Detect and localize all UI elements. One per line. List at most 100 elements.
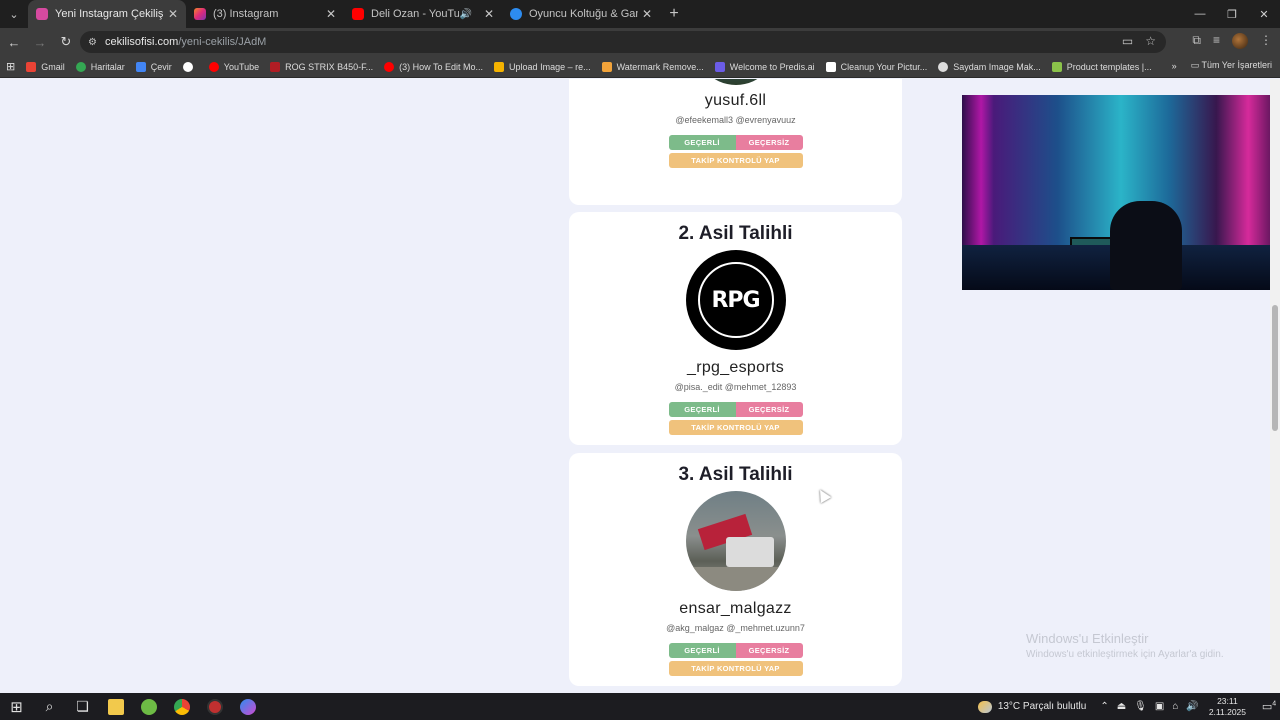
checkmark-favicon-icon [510,8,522,20]
winner-3-rank: 3. Asil Talihli [678,464,793,485]
window-controls: — ❐ ✕ [1184,0,1280,28]
invalid-button[interactable]: GEÇERSİZ [735,135,803,150]
volume-icon[interactable]: 🔊 [1186,701,1198,712]
forward-arrow-icon[interactable]: → [28,30,52,54]
windows-activation-watermark: Windows'u Etkinleştir Windows'u etkinleş… [1026,631,1224,660]
new-tab-icon[interactable]: + [660,5,688,23]
tab-title: Yeni Instagram Çekilişi - Çekiliş [55,8,164,20]
screen-icon[interactable]: ▣ [1155,701,1164,712]
rpg-logo-icon: RPG [697,262,774,338]
weather-widget[interactable]: 13°C Parçalı bulutlu [977,700,1086,713]
close-tab-icon[interactable]: ✕ [642,7,652,21]
bookmark-predis[interactable]: Welcome to Predis.ai [714,61,815,72]
winner-card-3: 3. Asil Talihli ensar_malgazz @akg_malga… [569,453,902,686]
youtube-favicon-icon [352,8,364,20]
windows-taskbar: ⊞ ⌕ ❏ 13°C Parçalı bulutlu ⌃ ⏏ 🎙 ▣ ⌂ 🔊 2… [0,693,1280,720]
toolbar: ← → ↻ ⚙ cekilisofisi.com/yeni-cekilis/JA… [0,28,1280,56]
microphone-icon[interactable]: 🎙 [1134,701,1147,712]
tab-cekilis[interactable]: Yeni Instagram Çekilişi - Çekiliş ✕ [28,0,186,28]
back-arrow-icon[interactable]: ← [2,30,26,54]
gmail-icon [26,61,37,72]
saydam-icon [938,61,949,72]
extensions-icon[interactable]: ⧉ [1192,33,1201,49]
invalid-button[interactable]: GEÇERSİZ [735,643,803,658]
bookmark-google[interactable] [182,61,198,72]
bookmark-how-to-edit[interactable]: (3) How To Edit Mo... [384,61,483,72]
winner-card-2: 2. Asil Talihli RPG _rpg_esports @pisa._… [569,212,902,445]
apps-grid-icon[interactable]: ⊞ [6,60,15,73]
minimize-icon[interactable]: — [1184,0,1216,28]
usb-icon[interactable]: ⏏ [1117,701,1126,712]
close-tab-icon[interactable]: ✕ [326,7,336,21]
watermark-title: Windows'u Etkinleştir [1026,631,1149,646]
follow-check-button[interactable]: TAKİP KONTROLÜ YAP [668,153,803,168]
tab-instagram[interactable]: (3) Instagram ✕ [186,0,344,28]
task-view-icon[interactable]: ❏ [66,693,99,720]
bookmark-rog[interactable]: ROG STRIX B450-F... [270,61,373,72]
system-tray: 13°C Parçalı bulutlu ⌃ ⏏ 🎙 ▣ ⌂ 🔊 23:11 2… [977,693,1280,720]
clock[interactable]: 23:11 2.11.2025 [1209,696,1246,718]
bookmark-upload-image[interactable]: Upload Image – re... [494,61,591,72]
winner-2-rank: 2. Asil Talihli [678,223,793,244]
site-info-icon[interactable]: ⚙ [88,37,97,48]
star-icon[interactable]: ☆ [1145,34,1156,48]
bookmark-watermark[interactable]: Watermark Remove... [601,61,704,72]
winner-card-1: yusuf.6ll @efeekemall3 @evrenyavuuz GEÇE… [569,79,902,205]
maps-icon [75,61,86,72]
notification-icon[interactable]: ▭4 [1258,700,1280,713]
scrollbar-thumb[interactable] [1272,305,1278,431]
close-tab-icon[interactable]: ✕ [168,7,178,21]
invalid-button[interactable]: GEÇERSİZ [735,402,803,417]
valid-button[interactable]: GEÇERLİ [668,402,736,417]
tab-gaming-chair[interactable]: Oyuncu Koltuğu & Gaming, Gam ✕ [502,0,660,28]
cleanup-icon [825,61,836,72]
close-tab-icon[interactable]: ✕ [484,7,494,21]
menu-dots-icon[interactable]: ⋮ [1260,33,1272,49]
valid-button[interactable]: GEÇERLİ [668,135,736,150]
follow-check-button[interactable]: TAKİP KONTROLÜ YAP [668,420,803,435]
network-icon[interactable]: ⌂ [1172,701,1178,712]
partly-cloudy-icon [977,700,992,713]
close-window-icon[interactable]: ✕ [1248,0,1280,28]
winner-3-username: ensar_malgazz [679,600,792,617]
winner-2-avatar: RPG [685,250,786,350]
translate-icon [135,61,146,72]
follow-check-button[interactable]: TAKİP KONTROLÜ YAP [668,661,803,676]
card-icon[interactable]: ▭ [1122,34,1133,48]
windows-start-icon[interactable]: ⊞ [0,693,33,720]
all-bookmarks[interactable]: ▭ Tüm Yer İşaretleri [1191,60,1272,71]
tab-youtube[interactable]: Deli Ozan - YouTube 🔊 ✕ [344,0,502,28]
media-control-icon[interactable]: ≡ [1213,33,1220,49]
bookmark-gmail[interactable]: Gmail [26,61,65,72]
reload-icon[interactable]: ↻ [54,30,78,54]
valid-button[interactable]: GEÇERLİ [668,643,736,658]
messenger-app-icon[interactable] [231,693,264,720]
bookmark-youtube[interactable]: YouTube [208,61,259,72]
bookmark-maps[interactable]: Haritalar [75,61,125,72]
page-scrollbar[interactable] [1270,79,1280,693]
tab-search-icon[interactable]: ⌄ [0,0,28,28]
file-explorer-icon[interactable] [99,693,132,720]
record-app-icon[interactable] [198,693,231,720]
profile-avatar[interactable] [1232,33,1248,49]
bookmark-product-templates[interactable]: Product templates |... [1051,61,1152,72]
tab-title: Deli Ozan - YouTube [371,8,460,20]
search-icon[interactable]: ⌕ [33,693,66,720]
chrome-icon[interactable] [165,693,198,720]
url-path: /yeni-cekilis/JAdM [178,36,267,48]
bookmarks-bar: ⊞ Gmail Haritalar Çevir YouTube ROG STRI… [0,56,1280,78]
bookmark-cleanup[interactable]: Cleanup Your Pictur... [825,61,927,72]
restore-icon[interactable]: ❐ [1216,0,1248,28]
bookmark-saydam[interactable]: Saydam Image Mak... [938,61,1041,72]
more-bookmarks-icon[interactable]: » [1172,61,1177,71]
page-content: yusuf.6ll @efeekemall3 @evrenyavuuz GEÇE… [0,79,1270,693]
bookmark-translate[interactable]: Çevir [135,61,172,72]
google-icon [182,61,193,72]
speaker-icon[interactable]: 🔊 [459,9,471,20]
promo-image-gaming-setup[interactable] [962,95,1270,290]
folder-icon: ▭ [1190,60,1202,70]
address-bar[interactable]: ⚙ cekilisofisi.com/yeni-cekilis/JAdM ▭ ☆ [80,31,1166,53]
utorrent-icon[interactable] [132,693,165,720]
chevron-up-icon[interactable]: ⌃ [1100,701,1108,712]
winner-2-tags: @pisa._edit @mehmet_12893 [674,382,797,392]
